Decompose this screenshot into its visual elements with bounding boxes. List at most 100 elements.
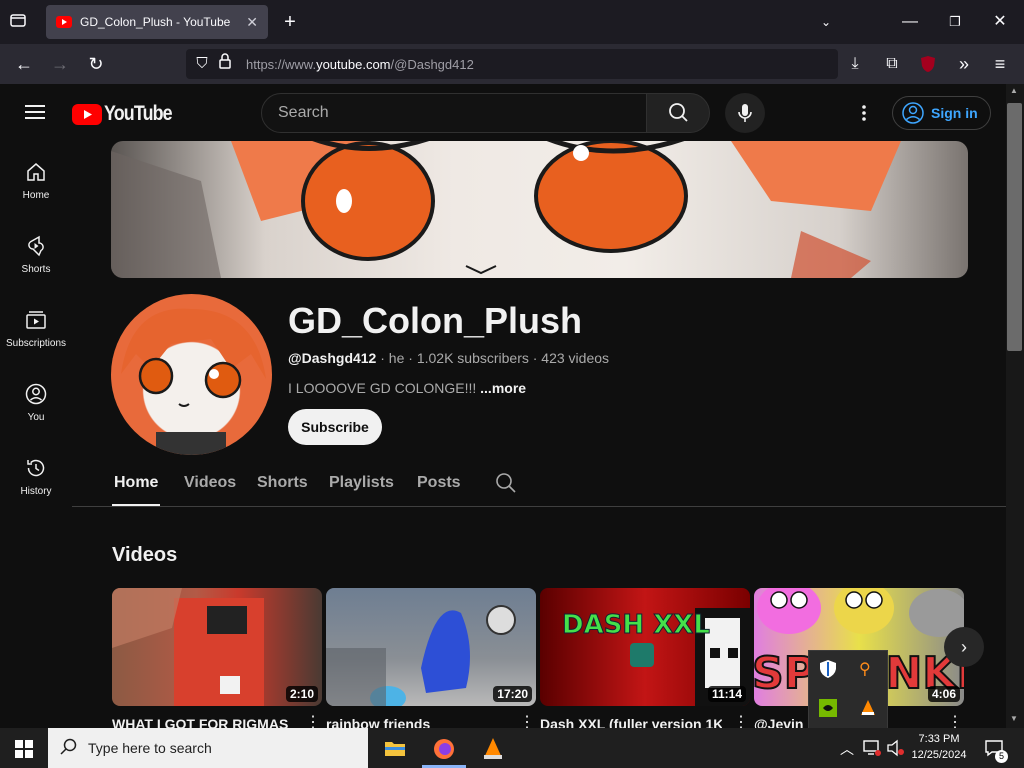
url-path: /@Dashgd412 [390, 56, 474, 72]
tab-home[interactable]: Home [114, 474, 158, 492]
sidebar-item-home[interactable]: Home [0, 160, 72, 201]
subscriptions-icon [26, 311, 46, 329]
youtube-logo-icon [72, 103, 102, 125]
search-icon [669, 103, 688, 122]
sidebar-item-label: You [27, 412, 45, 423]
sidebar-item-label: Home [22, 190, 50, 201]
settings-kebab-icon[interactable] [856, 103, 872, 123]
dash-xxl-overlay-text: DASH XXL [562, 610, 710, 640]
taskbar-search-box[interactable]: Type here to search [48, 728, 368, 768]
ublock-extension-icon[interactable] [918, 52, 942, 76]
window-close-button[interactable]: ✕ [988, 10, 1012, 34]
lock-icon[interactable] [218, 52, 242, 76]
sign-in-button[interactable]: Sign in [892, 96, 991, 130]
sidebar-item-subscriptions[interactable]: Subscriptions [0, 308, 72, 349]
search-button[interactable] [646, 93, 710, 133]
url-bar[interactable]: https://www. youtube.com/@Dashgd412 [186, 49, 838, 79]
video-title[interactable]: rainbow friends [326, 716, 508, 728]
vlc-tray-icon[interactable] [859, 699, 877, 717]
taskbar-search-placeholder: Type here to search [88, 740, 212, 756]
channel-banner [111, 141, 968, 278]
sidebar-item-shorts[interactable]: Shorts [0, 234, 72, 275]
channel-search-icon[interactable] [495, 472, 517, 494]
taskbar-search-icon [60, 738, 78, 756]
security-shield-icon[interactable] [819, 659, 837, 679]
extensions-icon[interactable]: ⧉ [880, 52, 904, 76]
browser-tab[interactable]: GD_Colon_Plush - YouTube ✕ [46, 5, 268, 39]
more-tools-icon[interactable]: » [952, 52, 976, 76]
home-icon [27, 163, 45, 181]
file-explorer-icon[interactable] [384, 738, 406, 758]
firefox-icon[interactable] [432, 737, 456, 761]
tab-list-chevron-icon[interactable]: ⌄ [814, 10, 838, 34]
windows-start-icon[interactable] [15, 740, 33, 758]
notification-count-badge: 5 [995, 750, 1008, 763]
scrollbar-thumb[interactable] [1007, 103, 1022, 351]
video-menu-kebab-icon[interactable]: ⋮ [519, 712, 535, 728]
tab-shorts[interactable]: Shorts [257, 474, 308, 492]
search-tool-icon[interactable]: ⚲ [859, 659, 871, 679]
video-duration: 4:06 [927, 686, 960, 702]
history-icon [27, 459, 45, 477]
reload-button[interactable]: ↻ [84, 52, 108, 76]
subscribe-button[interactable]: Subscribe [288, 409, 382, 445]
tab-overview-icon[interactable] [8, 10, 32, 34]
forward-button[interactable]: → [48, 52, 72, 76]
minimize-button[interactable]: — [898, 10, 922, 34]
nvidia-icon[interactable] [819, 699, 837, 717]
network-icon[interactable] [862, 739, 882, 757]
channel-description[interactable]: I LOOOOVE GD COLONGE!!! ...more [288, 380, 526, 396]
channel-meta: @Dashgd412 · he · 1.02K subscribers · 42… [288, 350, 609, 366]
guide-menu-icon[interactable] [25, 103, 47, 121]
carousel-next-button[interactable]: › [944, 627, 984, 667]
back-button[interactable]: ← [12, 52, 36, 76]
active-tab-indicator [112, 504, 160, 506]
video-menu-kebab-icon[interactable]: ⋮ [305, 712, 321, 728]
sidebar-item-label: History [20, 486, 52, 497]
sign-in-label: Sign in [931, 105, 978, 121]
clock-time: 7:33 PM [918, 733, 960, 745]
tab-close-icon[interactable]: ✕ [246, 14, 258, 31]
scroll-down-arrow-icon[interactable]: ▼ [1010, 714, 1018, 723]
channel-name: GD_Colon_Plush [288, 300, 583, 341]
downloads-icon[interactable]: ⤓ [843, 52, 867, 76]
voice-search-button[interactable] [725, 93, 765, 133]
video-menu-kebab-icon[interactable]: ⋮ [733, 712, 749, 728]
channel-avatar [111, 294, 272, 455]
tab-videos[interactable]: Videos [184, 474, 236, 492]
video-thumbnail[interactable]: 2:10 [112, 588, 322, 706]
tab-posts[interactable]: Posts [417, 474, 461, 492]
vlc-icon[interactable] [482, 737, 504, 761]
url-host: youtube.com [316, 56, 391, 72]
more-link[interactable]: ...more [480, 380, 526, 396]
tracking-shield-icon[interactable]: ⛉ [190, 52, 214, 76]
sidebar-item-you[interactable]: You [0, 382, 72, 423]
microphone-icon [738, 104, 752, 122]
new-tab-button[interactable]: + [278, 10, 302, 34]
youtube-logo-text: YouTube [104, 102, 173, 125]
scroll-up-arrow-icon[interactable]: ▲ [1010, 86, 1018, 95]
tab-playlists[interactable]: Playlists [329, 474, 394, 492]
video-thumbnail[interactable]: 17:20 [326, 588, 536, 706]
video-duration: 11:14 [707, 686, 746, 702]
video-menu-kebab-icon[interactable]: ⋮ [947, 712, 963, 728]
tray-overflow-flyout: ⚲ [808, 650, 888, 730]
volume-muted-icon[interactable] [886, 739, 906, 757]
video-title[interactable]: Dash XXL (fuller version 1K [540, 716, 722, 728]
search-input[interactable]: Search [261, 93, 647, 133]
browser-tab-bar: GD_Colon_Plush - YouTube ✕ + ⌄ — ❐ ✕ [0, 0, 1024, 44]
taskbar-clock[interactable]: 7:33 PM 12/25/2024 [906, 731, 972, 763]
maximize-button[interactable]: ❐ [943, 10, 967, 34]
video-thumbnail[interactable]: DASH XXL 11:14 [540, 588, 750, 706]
sidebar-item-label: Shorts [21, 264, 51, 275]
channel-description-text: I LOOOOVE GD COLONGE!!! [288, 380, 481, 396]
shorts-icon [28, 235, 44, 257]
video-title[interactable]: WHAT I GOT FOR RIGMAS [112, 716, 294, 728]
sidebar-item-history[interactable]: History [0, 456, 72, 497]
tray-overflow-chevron-icon[interactable]: ︿ [840, 739, 854, 759]
channel-handle: @Dashgd412 [288, 350, 377, 366]
sidebar-item-label: Subscriptions [5, 338, 67, 349]
video-duration: 2:10 [285, 686, 318, 702]
youtube-logo[interactable]: YouTube [72, 102, 184, 126]
app-menu-icon[interactable]: ≡ [988, 52, 1012, 76]
